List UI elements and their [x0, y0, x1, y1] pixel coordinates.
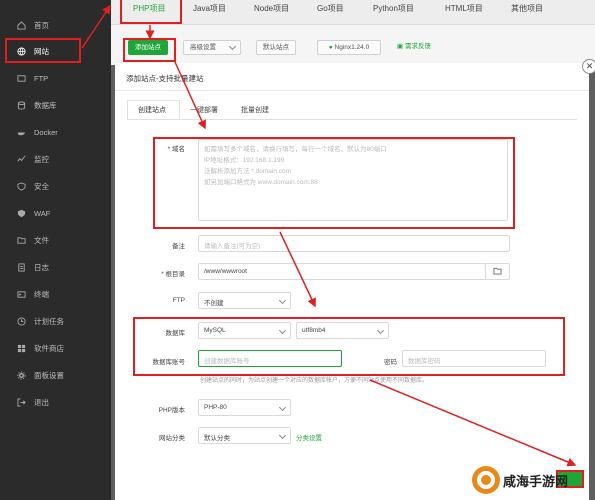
- ftp-label: FTP: [172, 297, 185, 304]
- sidebar: 首页 网站 FTP 数据库 Docker 监控 安全 WAF 文件 日志 终端: [0, 0, 111, 500]
- highlight-box-add-site: [123, 38, 176, 62]
- monitor-icon: [17, 155, 26, 164]
- store-icon: [17, 344, 26, 353]
- ftp-select[interactable]: 不创建: [198, 292, 291, 309]
- category-label: 网站分类: [159, 435, 185, 442]
- docker-icon: [17, 128, 26, 137]
- sidebar-item-waf[interactable]: WAF: [0, 202, 111, 224]
- logout-icon: [17, 397, 26, 407]
- sidebar-item-docker[interactable]: Docker: [0, 121, 111, 143]
- ftp-icon: [17, 74, 26, 83]
- highlight-box-website: [5, 38, 81, 63]
- close-icon: ✕: [585, 61, 594, 71]
- terminal-icon: [17, 290, 26, 299]
- database-hint: 创建站点的同时，为站点创建一个对应的数据库帐户，方便不同站点使用不同数据库。: [200, 378, 429, 384]
- sidebar-item-ftp[interactable]: FTP: [0, 67, 111, 89]
- default-site-button[interactable]: 默认站点: [256, 40, 296, 55]
- close-dialog-button[interactable]: ✕: [582, 59, 595, 74]
- folder-icon: [17, 236, 26, 245]
- tab-python-project[interactable]: Python项目: [373, 2, 414, 27]
- root-dir-label: * 根目录: [161, 271, 185, 278]
- tab-go-project[interactable]: Go项目: [317, 2, 344, 27]
- sidebar-item-logout[interactable]: 退出: [0, 391, 111, 413]
- tab-other-project[interactable]: 其他项目: [511, 2, 543, 27]
- feedback-button[interactable]: ▣ 需求反馈: [390, 40, 438, 55]
- tab-create-site[interactable]: 创建站点: [138, 105, 166, 115]
- php-version-select[interactable]: PHP-80: [198, 399, 291, 416]
- category-select[interactable]: 默认分类: [198, 427, 291, 444]
- sidebar-item-cron[interactable]: 计划任务: [0, 310, 111, 332]
- folder-icon: [493, 267, 502, 275]
- sidebar-item-label: 退出: [34, 397, 49, 407]
- watermark-logo: 咸海手游网: [470, 462, 588, 498]
- browse-folder-button[interactable]: [485, 263, 510, 280]
- highlight-box-php-tab: [120, 0, 182, 24]
- shield-icon: [17, 181, 26, 191]
- sidebar-item-database[interactable]: 数据库: [0, 94, 111, 116]
- sidebar-item-label: 软件商店: [34, 343, 64, 353]
- sidebar-item-store[interactable]: 软件商店: [0, 337, 111, 359]
- gear-icon: [17, 370, 26, 380]
- sidebar-item-label: Docker: [34, 127, 58, 137]
- sidebar-item-label: 面板设置: [34, 370, 64, 380]
- root-dir-input[interactable]: /www/wwwroot: [198, 263, 486, 280]
- dialog-title: 添加站点-支持批量建站: [126, 74, 204, 83]
- dialog-header: 添加站点-支持批量建站: [115, 63, 589, 91]
- sidebar-item-home[interactable]: 首页: [0, 14, 111, 36]
- feedback-icon: ▣: [397, 43, 405, 50]
- tab-java-project[interactable]: Java项目: [193, 2, 226, 27]
- php-version-value: PHP-80: [204, 404, 227, 411]
- category-settings-link[interactable]: 分类设置: [296, 432, 322, 442]
- remark-input[interactable]: 请输入备注(可为空): [198, 235, 510, 252]
- sidebar-item-monitor[interactable]: 监控: [0, 148, 111, 170]
- ftp-select-value: 不创建: [204, 300, 224, 307]
- database-icon: [17, 100, 26, 110]
- sidebar-item-security[interactable]: 安全: [0, 175, 111, 197]
- sidebar-item-label: 监控: [34, 154, 49, 164]
- log-icon: [17, 262, 26, 272]
- sidebar-item-logs[interactable]: 日志: [0, 256, 111, 278]
- remark-label: 备注: [172, 243, 185, 250]
- toolbar: 添加站点 高级设置 默认站点 ● Nginx1.24.0 ▣ 需求反馈: [111, 25, 595, 65]
- chevron-down-icon: [278, 403, 287, 412]
- sidebar-item-label: 首页: [34, 20, 49, 30]
- sidebar-item-label: 日志: [34, 262, 49, 272]
- tab-batch-create[interactable]: 批量创建: [241, 105, 269, 115]
- sidebar-item-files[interactable]: 文件: [0, 229, 111, 251]
- highlight-box-database: [133, 317, 565, 376]
- php-version-label: PHP版本: [158, 407, 185, 414]
- tab-divider: [127, 119, 577, 120]
- sidebar-item-terminal[interactable]: 终端: [0, 283, 111, 305]
- home-icon: [17, 20, 26, 30]
- watermark-emblem-icon: [472, 466, 500, 494]
- chevron-down-icon: [278, 431, 287, 440]
- category-value: 默认分类: [204, 435, 230, 442]
- tab-one-click-deploy[interactable]: 一键部署: [190, 105, 218, 115]
- add-site-dialog: 添加站点-支持批量建站 创建站点 一键部署 批量创建 * 域名 如需填写多个域名…: [115, 63, 589, 500]
- sidebar-item-label: FTP: [34, 73, 49, 83]
- tab-html-project[interactable]: HTML项目: [445, 2, 483, 27]
- highlight-box-domain: [153, 137, 515, 229]
- waf-icon: [17, 209, 26, 218]
- sidebar-item-label: 安全: [34, 181, 49, 191]
- chevron-down-icon: [228, 42, 237, 51]
- sidebar-item-label: 数据库: [34, 100, 57, 110]
- feedback-label: 需求反馈: [404, 43, 431, 50]
- clock-icon: [17, 316, 26, 326]
- sidebar-item-label: 终端: [34, 289, 49, 299]
- chevron-down-icon: [278, 296, 287, 305]
- nginx-version-label: Nginx1.24.0: [334, 44, 370, 51]
- project-tab-bar: PHP项目 Java项目 Node项目 Go项目 Python项目 HTML项目…: [111, 0, 595, 25]
- nginx-version-button[interactable]: ● Nginx1.24.0: [317, 40, 381, 55]
- advanced-settings-label: 高级设置: [190, 44, 216, 51]
- sidebar-item-settings[interactable]: 面板设置: [0, 364, 111, 386]
- sidebar-item-label: 计划任务: [34, 316, 64, 326]
- tab-node-project[interactable]: Node项目: [254, 2, 289, 27]
- advanced-settings-button[interactable]: 高级设置: [183, 40, 241, 55]
- watermark-text: 咸海手游网: [503, 475, 569, 490]
- sidebar-item-label: 文件: [34, 235, 49, 245]
- sidebar-item-label: WAF: [34, 208, 51, 218]
